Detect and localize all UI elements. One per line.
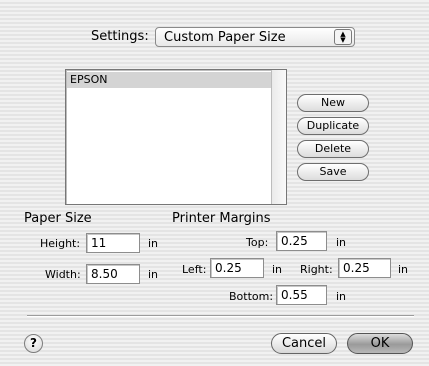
- printer-margins-heading: Printer Margins: [172, 211, 271, 226]
- top-unit: in: [336, 236, 347, 249]
- height-unit: in: [148, 237, 159, 250]
- paper-size-heading: Paper Size: [24, 211, 92, 226]
- bottom-label: Bottom:: [229, 290, 274, 303]
- settings-label: Settings:: [91, 29, 149, 44]
- cancel-button[interactable]: Cancel: [271, 333, 337, 354]
- new-button[interactable]: New: [297, 94, 369, 112]
- list-item[interactable]: EPSON: [67, 72, 272, 88]
- width-unit: in: [148, 268, 159, 281]
- settings-popup[interactable]: Custom Paper Size ▲ ▼: [155, 27, 355, 47]
- left-field[interactable]: 0.25: [210, 258, 264, 278]
- list-item-label: EPSON: [70, 73, 108, 86]
- height-field[interactable]: 11: [86, 233, 140, 253]
- width-field[interactable]: 8.50: [86, 264, 140, 284]
- paper-size-list[interactable]: EPSON: [65, 69, 287, 205]
- settings-popup-value: Custom Paper Size: [164, 30, 286, 45]
- list-scrollbar[interactable]: [271, 70, 286, 204]
- bottom-field[interactable]: 0.55: [276, 285, 327, 305]
- left-unit: in: [272, 263, 283, 276]
- delete-button[interactable]: Delete: [297, 140, 369, 158]
- duplicate-button[interactable]: Duplicate: [297, 117, 369, 135]
- help-button[interactable]: ?: [24, 334, 43, 353]
- top-label: Top:: [246, 236, 269, 249]
- left-label: Left:: [182, 263, 207, 276]
- help-icon: ?: [30, 336, 37, 350]
- separator: [27, 315, 414, 317]
- bottom-unit: in: [336, 290, 347, 303]
- height-label: Height:: [40, 237, 81, 250]
- popup-arrows-icon: ▲ ▼: [334, 29, 352, 45]
- right-label: Right:: [300, 263, 333, 276]
- save-button[interactable]: Save: [297, 163, 369, 181]
- ok-button[interactable]: OK: [347, 333, 413, 354]
- right-unit: in: [398, 263, 409, 276]
- right-field[interactable]: 0.25: [338, 258, 391, 278]
- top-field[interactable]: 0.25: [276, 231, 327, 251]
- width-label: Width:: [45, 268, 81, 281]
